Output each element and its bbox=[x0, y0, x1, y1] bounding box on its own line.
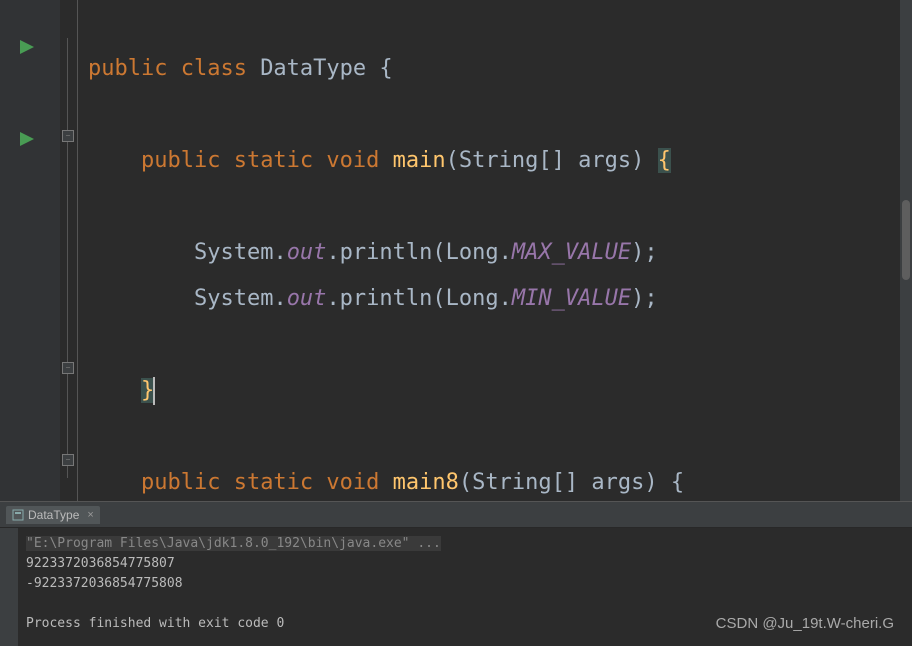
class-name: DataType bbox=[260, 56, 366, 81]
paren: ) { bbox=[644, 470, 684, 495]
fold-gutter: − − − bbox=[60, 0, 78, 501]
code-text: System. bbox=[194, 240, 287, 265]
brackets: [] bbox=[538, 148, 578, 173]
code-text: .println(Long. bbox=[326, 286, 511, 311]
param-name: args bbox=[578, 148, 631, 173]
text-caret bbox=[153, 377, 155, 405]
param-type: String bbox=[459, 148, 538, 173]
method-name: main8 bbox=[393, 470, 459, 495]
fold-marker-icon[interactable]: − bbox=[62, 130, 74, 142]
run-tab-icon bbox=[12, 509, 24, 521]
watermark: CSDN @Ju_19t.W-cheri.G bbox=[716, 615, 894, 632]
paren: ( bbox=[459, 470, 472, 495]
param-name: args bbox=[591, 470, 644, 495]
keyword: public static void bbox=[141, 148, 393, 173]
output-line: -9223372036854775808 bbox=[26, 574, 904, 594]
keyword: public static void bbox=[141, 470, 393, 495]
field-ref: out bbox=[287, 286, 327, 311]
field-ref: out bbox=[287, 240, 327, 265]
brackets: [] bbox=[552, 470, 592, 495]
constant-ref: MAX_VALUE bbox=[512, 240, 631, 265]
code-text: .println(Long. bbox=[326, 240, 511, 265]
editor-gutter bbox=[0, 0, 60, 501]
scrollbar-thumb[interactable] bbox=[902, 200, 910, 280]
brace-highlight: { bbox=[658, 148, 671, 173]
param-type: String bbox=[472, 470, 551, 495]
code-text: ); bbox=[631, 240, 658, 265]
run-class-icon[interactable] bbox=[20, 38, 34, 59]
tab-label: DataType bbox=[28, 508, 79, 522]
keyword: public class bbox=[88, 56, 260, 81]
output-line: 9223372036854775807 bbox=[26, 554, 904, 574]
vertical-scrollbar[interactable] bbox=[900, 0, 912, 501]
code-editor[interactable]: − − − public class DataType { public sta… bbox=[0, 0, 912, 501]
method-name: main bbox=[393, 148, 446, 173]
command-line: "E:\Program Files\Java\jdk1.8.0_192\bin\… bbox=[26, 536, 441, 551]
brace-highlight: } bbox=[141, 378, 154, 403]
code-text: System. bbox=[194, 286, 287, 311]
code-content[interactable]: public class DataType { public static vo… bbox=[78, 0, 912, 501]
paren: ( bbox=[446, 148, 459, 173]
paren: ) bbox=[631, 148, 658, 173]
console-tab-bar: DataType × bbox=[0, 502, 912, 528]
run-method-icon[interactable] bbox=[20, 130, 34, 151]
code-text: ); bbox=[631, 286, 658, 311]
fold-marker-icon[interactable]: − bbox=[62, 454, 74, 466]
console-tab[interactable]: DataType × bbox=[6, 506, 100, 524]
brace: { bbox=[366, 56, 393, 81]
constant-ref: MIN_VALUE bbox=[512, 286, 631, 311]
close-icon[interactable]: × bbox=[87, 509, 93, 521]
fold-marker-icon[interactable]: − bbox=[62, 362, 74, 374]
